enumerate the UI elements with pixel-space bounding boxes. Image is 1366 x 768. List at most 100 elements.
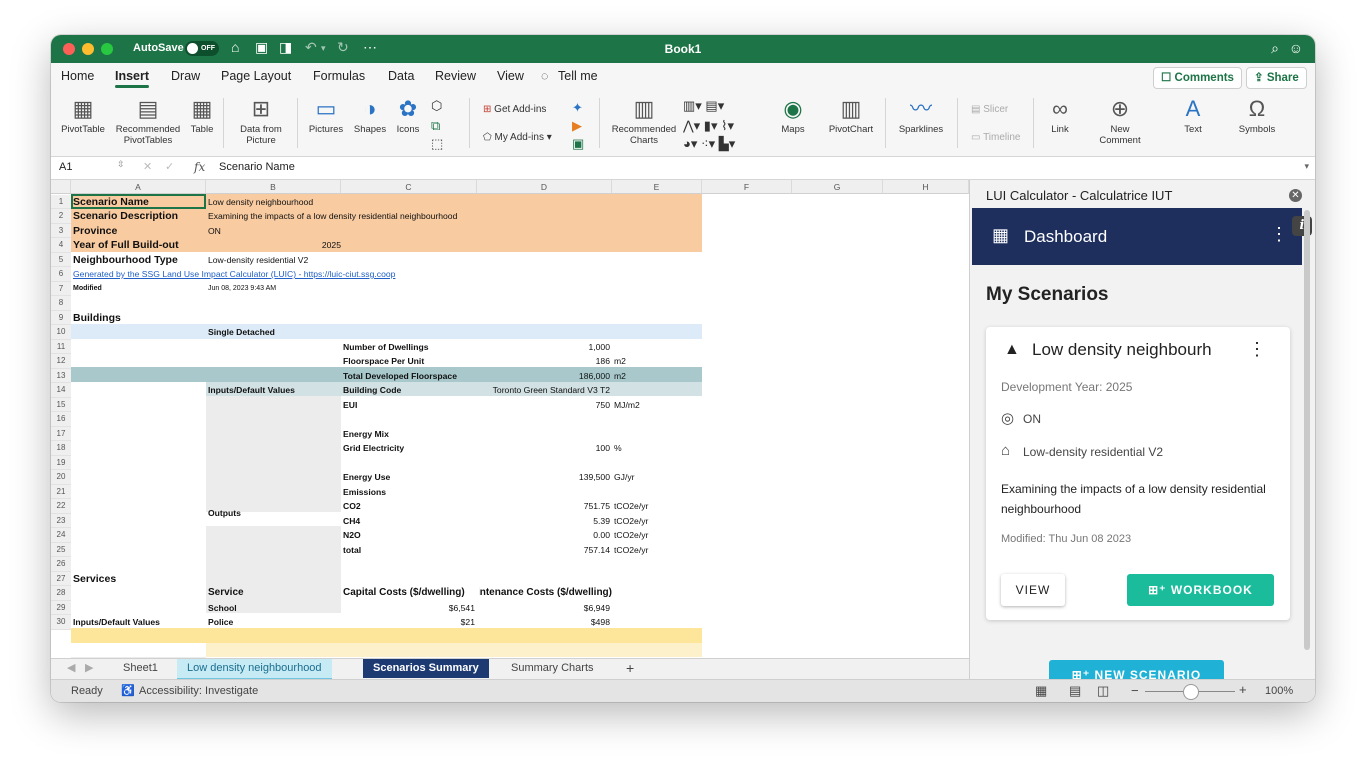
- cell-c12[interactable]: Floorspace Per Unit: [343, 354, 424, 369]
- cancel-icon[interactable]: ✕: [143, 160, 152, 173]
- page-break-view-icon[interactable]: ◫: [1097, 683, 1109, 699]
- account-icon[interactable]: ☺: [1289, 40, 1303, 56]
- cell-d28[interactable]: Maintenance Costs ($/dwelling): [479, 586, 612, 601]
- cell-b3[interactable]: ON: [208, 224, 221, 239]
- worksheet-grid[interactable]: A B C D E F G H 1 2 3 4 5 6 7 8 9 10 11 …: [51, 180, 969, 658]
- row-header-19[interactable]: 19: [51, 455, 71, 470]
- cell-e18[interactable]: %: [614, 441, 622, 456]
- cell-c18[interactable]: Grid Electricity: [343, 441, 404, 456]
- expand-formula-icon[interactable]: ▾: [1304, 161, 1309, 172]
- cell-b14[interactable]: Inputs/Default Values: [208, 383, 295, 398]
- icons-button[interactable]: ✿ Icons: [393, 90, 423, 156]
- tab-tell-me[interactable]: Tell me: [558, 69, 598, 83]
- cell-d22[interactable]: 751.75: [479, 499, 610, 514]
- accessibility-status[interactable]: Accessibility: Investigate: [139, 685, 258, 697]
- add-sheet-icon[interactable]: +: [616, 659, 644, 678]
- share-button[interactable]: ⇪ Share: [1246, 67, 1307, 89]
- workbook-button[interactable]: ⊞⁺ WORKBOOK: [1127, 574, 1274, 606]
- tab-insert[interactable]: Insert: [115, 69, 150, 88]
- cell-b10[interactable]: Single Detached: [208, 325, 275, 340]
- row-header-23[interactable]: 23: [51, 513, 71, 528]
- symbols-button[interactable]: Ω Symbols: [1231, 90, 1283, 156]
- cell-c13[interactable]: Total Developed Floorspace: [343, 369, 457, 384]
- tab-review[interactable]: Review: [435, 69, 476, 83]
- cell-b30[interactable]: Police: [208, 615, 233, 630]
- pivottable-button[interactable]: ▦ PivotTable: [59, 90, 107, 156]
- cell-e13[interactable]: m2: [614, 369, 626, 384]
- zoom-level[interactable]: 100%: [1265, 685, 1293, 697]
- normal-view-icon[interactable]: ▦: [1035, 683, 1047, 699]
- tell-me-icon[interactable]: ◌: [541, 69, 548, 83]
- row-header-9[interactable]: 9: [51, 310, 71, 325]
- cell-d15[interactable]: 750: [479, 398, 610, 413]
- row-header-29[interactable]: 29: [51, 600, 71, 615]
- next-sheet-icon[interactable]: ▶: [75, 659, 103, 678]
- row-header-25[interactable]: 25: [51, 542, 71, 557]
- cell-a27[interactable]: Services: [73, 572, 116, 587]
- cell-a5[interactable]: Neighbourhood Type: [73, 253, 178, 268]
- cell-b29[interactable]: School: [208, 601, 237, 616]
- cell-e25[interactable]: tCO2e/yr: [614, 543, 648, 558]
- pivotchart-button[interactable]: ▥ PivotChart: [823, 90, 879, 156]
- screenshot-icon[interactable]: ⬚: [431, 136, 443, 152]
- row-header-22[interactable]: 22: [51, 499, 71, 514]
- cell-e22[interactable]: tCO2e/yr: [614, 499, 648, 514]
- row-header-15[interactable]: 15: [51, 397, 71, 412]
- search-icon[interactable]: ⌕: [1271, 40, 1279, 57]
- close-pane-icon[interactable]: ✕: [1289, 189, 1302, 202]
- cell-b7[interactable]: Jun 08, 2023 9:43 AM: [208, 282, 276, 297]
- column-header-b[interactable]: B: [206, 180, 341, 194]
- cell-d29[interactable]: $6,949: [479, 601, 610, 616]
- new-comment-button[interactable]: ⊕ New Comment: [1095, 90, 1145, 156]
- cell-c29[interactable]: $6,541: [343, 601, 475, 616]
- cell-b28[interactable]: Service: [208, 586, 244, 601]
- cell-e15[interactable]: MJ/m2: [614, 398, 640, 413]
- comments-button[interactable]: ☐ Comments: [1153, 67, 1242, 89]
- sparklines-button[interactable]: 〰 Sparklines: [893, 90, 949, 156]
- row-header-7[interactable]: 7: [51, 281, 71, 296]
- addin-bing-icon[interactable]: ▶: [572, 118, 582, 134]
- cell-d30[interactable]: $498: [479, 615, 610, 630]
- cell-d18[interactable]: 100: [479, 441, 610, 456]
- tab-view[interactable]: View: [497, 69, 524, 83]
- cell-c14[interactable]: Building Code: [343, 383, 401, 398]
- row-header-5[interactable]: 5: [51, 252, 71, 267]
- cell-e20[interactable]: GJ/yr: [614, 470, 635, 485]
- cell-e24[interactable]: tCO2e/yr: [614, 528, 648, 543]
- tab-formulas[interactable]: Formulas: [313, 69, 365, 83]
- row-header-24[interactable]: 24: [51, 528, 71, 543]
- accessibility-icon[interactable]: ♿: [121, 684, 135, 697]
- row-header-13[interactable]: 13: [51, 368, 71, 383]
- row-header-4[interactable]: 4: [51, 238, 71, 253]
- 3d-models-icon[interactable]: ⬡: [431, 98, 442, 114]
- text-button[interactable]: A Text: [1173, 90, 1213, 156]
- cell-a2[interactable]: Scenario Description: [73, 209, 178, 224]
- view-button[interactable]: VIEW: [1001, 574, 1065, 606]
- sheet-tab-sheet1[interactable]: Sheet1: [113, 659, 168, 678]
- tab-data[interactable]: Data: [388, 69, 414, 83]
- cell-a4[interactable]: Year of Full Build-out: [73, 238, 179, 253]
- cell-d24[interactable]: 0.00: [479, 528, 610, 543]
- shapes-button[interactable]: ◑ Shapes: [351, 90, 389, 156]
- more-vert-icon[interactable]: ⋮: [1270, 224, 1288, 245]
- link-button[interactable]: ∞ Link: [1043, 90, 1077, 156]
- cell-d11[interactable]: 1,000: [479, 340, 610, 355]
- cell-e12[interactable]: m2: [614, 354, 626, 369]
- tab-draw[interactable]: Draw: [171, 69, 200, 83]
- column-header-f[interactable]: F: [702, 180, 792, 194]
- cell-d14[interactable]: Toronto Green Standard V3 T2: [479, 383, 610, 398]
- cell-b4[interactable]: 2025: [208, 238, 341, 253]
- new-scenario-button[interactable]: ⊞⁺ NEW SCENARIO: [1049, 660, 1224, 679]
- row-header-1[interactable]: 1: [51, 194, 71, 209]
- cell-c28[interactable]: Capital Costs ($/dwelling): [343, 586, 465, 601]
- row-header-14[interactable]: 14: [51, 383, 71, 398]
- cell-d23[interactable]: 5.39: [479, 514, 610, 529]
- cell-a9[interactable]: Buildings: [73, 311, 121, 326]
- row-header-10[interactable]: 10: [51, 325, 71, 340]
- cell-c22[interactable]: CO2: [343, 499, 361, 514]
- cell-c24[interactable]: N2O: [343, 528, 361, 543]
- row-header-17[interactable]: 17: [51, 426, 71, 441]
- cell-a3[interactable]: Province: [73, 224, 117, 239]
- row-header-6[interactable]: 6: [51, 267, 71, 282]
- cell-d25[interactable]: 757.14: [479, 543, 610, 558]
